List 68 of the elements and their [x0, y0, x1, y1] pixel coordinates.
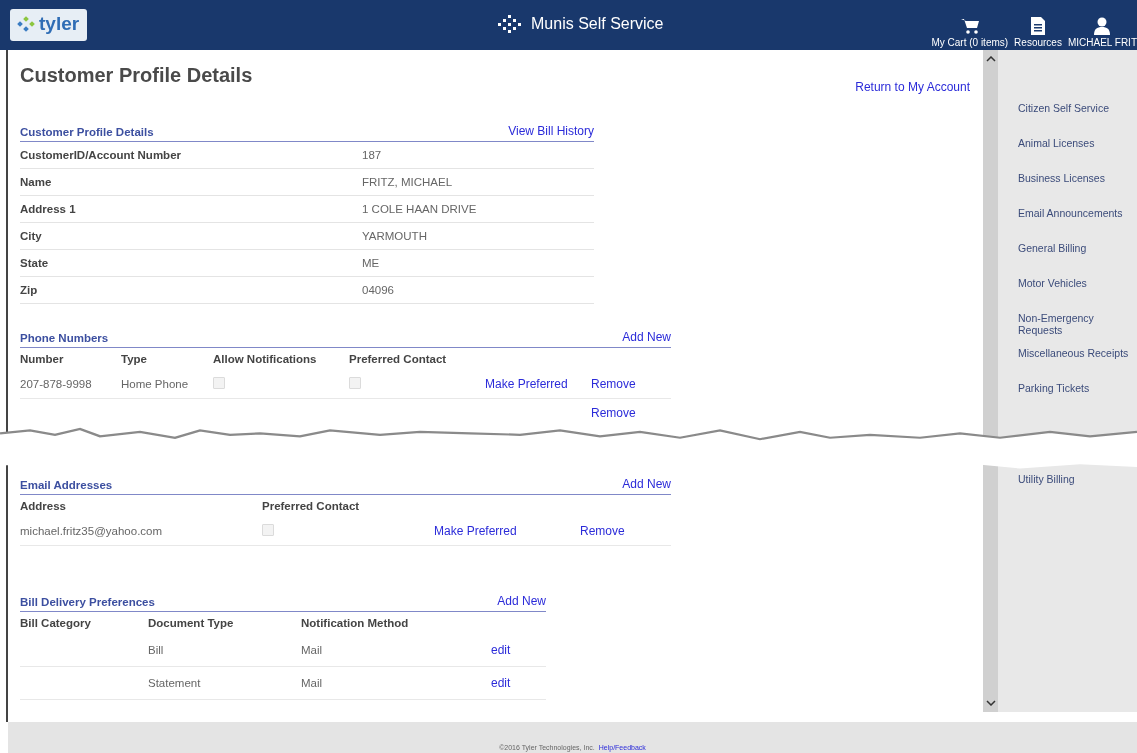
column-header: Bill Category: [20, 617, 92, 629]
document-icon: [1030, 16, 1046, 35]
return-link[interactable]: Return to My Account: [855, 80, 970, 94]
table-cell-text: Statement: [148, 677, 202, 689]
column-header: Type: [121, 353, 148, 365]
add-new-link[interactable]: Add New: [622, 477, 671, 491]
sidebar-link[interactable]: Animal Licenses: [1018, 137, 1135, 172]
user-icon: [1093, 16, 1112, 35]
sidebar-link[interactable]: General Billing: [1018, 242, 1135, 277]
field-label: State: [20, 257, 50, 269]
diamond-logo-icon: [495, 14, 523, 34]
column-header: Address: [20, 500, 68, 512]
field-label: Zip: [20, 284, 39, 296]
cart-icon: [959, 16, 980, 35]
field-label: CustomerID/Account Number: [20, 149, 183, 161]
tyler-logo[interactable]: tyler: [10, 9, 88, 41]
section-heading: Customer Profile Details: [20, 126, 154, 138]
user-link[interactable]: MICHAEL FRIT: [1067, 16, 1137, 48]
remove-link[interactable]: Remove: [591, 406, 671, 420]
section-heading: Bill Delivery Preferences: [20, 596, 155, 608]
field-value: YARMOUTH: [362, 230, 427, 242]
page-title: Customer Profile Details: [20, 64, 253, 87]
edit-link[interactable]: edit: [491, 676, 546, 690]
resources-link[interactable]: Resources: [1014, 16, 1062, 48]
sidebar-link[interactable]: Utility Billing: [1018, 473, 1135, 508]
table-cell-text: michael.fritz35@yahoo.com: [20, 525, 164, 537]
table-cell-text: Home Phone: [121, 378, 190, 390]
view-bill-history-link[interactable]: View Bill History: [508, 124, 594, 138]
edit-link[interactable]: edit: [491, 643, 546, 657]
sidebar-link[interactable]: Non-Emergency Requests: [1018, 312, 1135, 347]
app-title: Munis Self Service: [531, 15, 664, 33]
column-header: Preferred Contact: [262, 500, 361, 512]
column-header: Preferred Contact: [349, 353, 448, 365]
logo-mark-icon: [16, 14, 36, 34]
field-value: 187: [362, 149, 382, 161]
make-preferred-link[interactable]: Make Preferred: [434, 524, 580, 538]
field-value: 1 COLE HAAN DRIVE: [362, 203, 477, 215]
scrollbar[interactable]: [983, 50, 998, 712]
sidebar-link[interactable]: Email Announcements: [1018, 207, 1135, 242]
make-preferred-link[interactable]: Make Preferred: [485, 377, 591, 391]
field-value: ME: [362, 257, 380, 269]
table-cell-text: Bill: [148, 644, 165, 656]
table-cell-text: Mail: [301, 677, 324, 689]
remove-link[interactable]: Remove: [580, 524, 671, 538]
cart-link[interactable]: My Cart (0 items): [931, 16, 1009, 48]
field-label: City: [20, 230, 43, 242]
field-label: Name: [20, 176, 53, 188]
field-label: Address 1: [20, 203, 77, 215]
column-header: Number: [20, 353, 65, 365]
sidebar-link[interactable]: Business Licenses: [1018, 172, 1135, 207]
column-header: Allow Notifications: [213, 353, 318, 365]
add-new-link[interactable]: Add New: [622, 330, 671, 344]
sidebar-link[interactable]: Motor Vehicles: [1018, 277, 1135, 312]
add-new-link[interactable]: Add New: [497, 594, 546, 608]
scroll-up-icon[interactable]: [985, 56, 996, 62]
field-value: FRITZ, MICHAEL: [362, 176, 453, 188]
column-header: Notification Method: [301, 617, 410, 629]
section-heading: Phone Numbers: [20, 332, 109, 344]
scroll-down-icon[interactable]: [985, 700, 996, 706]
table-cell-text: 207-878-9998: [20, 378, 93, 390]
table-cell-text: Mail: [301, 644, 324, 656]
remove-link[interactable]: Remove: [591, 377, 671, 391]
sidebar-link[interactable]: Parking Tickets: [1018, 382, 1135, 417]
column-header: Document Type: [148, 617, 235, 629]
sidebar-link[interactable]: Citizen Self Service: [1018, 102, 1135, 137]
section-heading: Email Addresses: [20, 479, 113, 491]
sidebar-link[interactable]: Miscellaneous Receipts: [1018, 347, 1135, 382]
field-value: 04096: [362, 284, 394, 296]
